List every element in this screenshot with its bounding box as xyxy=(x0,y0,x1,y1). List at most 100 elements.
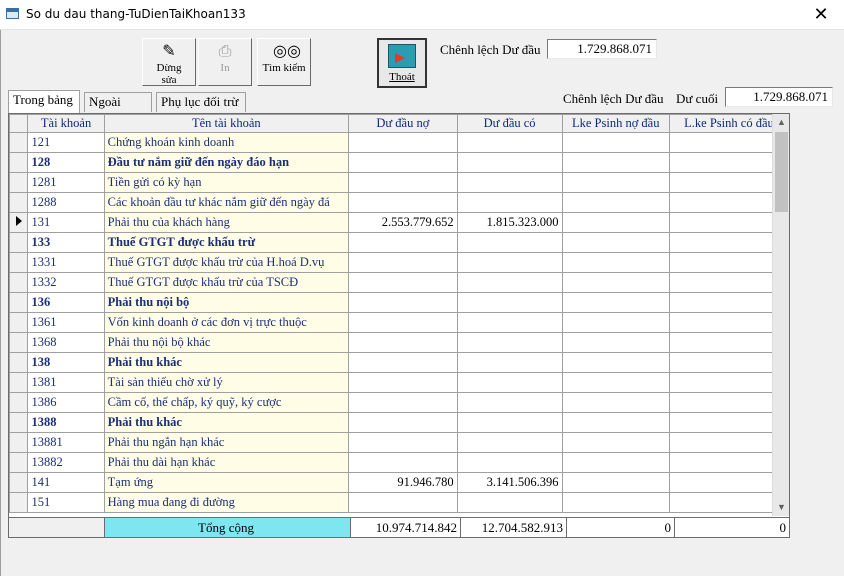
opening-credit-cell[interactable] xyxy=(456,432,563,453)
opening-debit-cell[interactable] xyxy=(347,412,458,433)
cumulative-debit-cell[interactable] xyxy=(561,272,670,293)
opening-debit-cell[interactable] xyxy=(347,312,458,333)
opening-credit-cell[interactable] xyxy=(456,372,563,393)
account-name-cell[interactable]: Phải thu dài hạn khác xyxy=(103,452,349,473)
table-row[interactable]: 138 Phải thu khác xyxy=(9,352,789,373)
opening-debit-cell[interactable]: 2.553.779.652 xyxy=(347,212,458,233)
opening-credit-cell[interactable] xyxy=(456,452,563,473)
cumulative-credit-cell[interactable] xyxy=(668,212,789,233)
table-row[interactable]: 1368 Phải thu nội bộ khác xyxy=(9,332,789,353)
diff-closing-field[interactable]: 1.729.868.071 xyxy=(725,87,833,107)
account-name-cell[interactable]: Chứng khoán kinh doanh xyxy=(103,132,349,153)
cumulative-debit-cell[interactable] xyxy=(561,492,670,513)
cumulative-credit-cell[interactable] xyxy=(668,252,789,273)
col-header-cumulative-credit[interactable]: L.ke Psinh có đầu xyxy=(668,114,789,133)
account-code-cell[interactable]: 1332 xyxy=(27,272,105,293)
opening-credit-cell[interactable] xyxy=(456,312,563,333)
cumulative-debit-cell[interactable] xyxy=(561,392,670,413)
table-row[interactable]: 1388 Phải thu khác xyxy=(9,412,789,433)
account-code-cell[interactable]: 1368 xyxy=(27,332,105,353)
account-name-cell[interactable]: Phải thu khác xyxy=(103,412,349,433)
stop-edit-button[interactable]: ✎ Dừng sửa xyxy=(142,38,196,86)
opening-debit-cell[interactable] xyxy=(347,292,458,313)
table-row[interactable]: 1332 Thuế GTGT được khấu trừ của TSCĐ xyxy=(9,272,789,293)
col-header-account[interactable]: Tài khoản xyxy=(27,114,105,133)
cumulative-debit-cell[interactable] xyxy=(561,172,670,193)
cumulative-credit-cell[interactable] xyxy=(668,292,789,313)
account-name-cell[interactable]: Các khoản đầu tư khác nắm giữ đến ngày đ… xyxy=(103,192,349,213)
opening-credit-cell[interactable]: 3.141.506.396 xyxy=(456,472,563,493)
cumulative-debit-cell[interactable] xyxy=(561,252,670,273)
table-row[interactable]: 151 Hàng mua đang đi đường xyxy=(9,492,789,513)
account-name-cell[interactable]: Phải thu khác xyxy=(103,352,349,373)
exit-button[interactable]: Thoát xyxy=(377,38,427,88)
opening-credit-cell[interactable] xyxy=(456,332,563,353)
cumulative-debit-cell[interactable] xyxy=(561,332,670,353)
cumulative-credit-cell[interactable] xyxy=(668,492,789,513)
account-code-cell[interactable]: 141 xyxy=(27,472,105,493)
account-code-cell[interactable]: 13881 xyxy=(27,432,105,453)
close-icon[interactable]: ✕ xyxy=(798,0,844,30)
table-row[interactable]: 1381 Tài sản thiếu chờ xử lý xyxy=(9,372,789,393)
table-row[interactable]: 1281 Tiền gửi có kỳ hạn xyxy=(9,172,789,193)
account-name-cell[interactable]: Thuế GTGT được khấu trừ của TSCĐ xyxy=(103,272,349,293)
opening-credit-cell[interactable] xyxy=(456,392,563,413)
opening-debit-cell[interactable] xyxy=(347,132,458,153)
account-code-cell[interactable]: 121 xyxy=(27,132,105,153)
table-row[interactable]: 131 Phải thu của khách hàng 2.553.779.652 1… xyxy=(9,212,789,233)
opening-credit-cell[interactable] xyxy=(456,152,563,173)
account-code-cell[interactable]: 138 xyxy=(27,352,105,373)
account-code-cell[interactable]: 1386 xyxy=(27,392,105,413)
account-code-cell[interactable]: 13882 xyxy=(27,452,105,473)
account-name-cell[interactable]: Tài sản thiếu chờ xử lý xyxy=(103,372,349,393)
account-code-cell[interactable]: 1281 xyxy=(27,172,105,193)
account-name-cell[interactable]: Vốn kinh doanh ở các đơn vị trực thuộc xyxy=(103,312,349,333)
account-code-cell[interactable]: 133 xyxy=(27,232,105,253)
cumulative-debit-cell[interactable] xyxy=(561,292,670,313)
cumulative-debit-cell[interactable] xyxy=(561,212,670,233)
cumulative-credit-cell[interactable] xyxy=(668,132,789,153)
account-name-cell[interactable]: Phải thu nội bộ khác xyxy=(103,332,349,353)
cumulative-debit-cell[interactable] xyxy=(561,432,670,453)
cumulative-debit-cell[interactable] xyxy=(561,312,670,333)
account-name-cell[interactable]: Tiền gửi có kỳ hạn xyxy=(103,172,349,193)
account-code-cell[interactable]: 131 xyxy=(27,212,105,233)
account-name-cell[interactable]: Phải thu của khách hàng xyxy=(103,212,349,233)
opening-debit-cell[interactable] xyxy=(347,332,458,353)
cumulative-debit-cell[interactable] xyxy=(561,412,670,433)
opening-debit-cell[interactable] xyxy=(347,492,458,513)
cumulative-credit-cell[interactable] xyxy=(668,332,789,353)
account-name-cell[interactable]: Thuế GTGT được khấu trừ xyxy=(103,232,349,253)
opening-debit-cell[interactable] xyxy=(347,452,458,473)
table-row[interactable]: 1288 Các khoản đầu tư khác nắm giữ đến ng… xyxy=(9,192,789,213)
col-header-name[interactable]: Tên tài khoản xyxy=(103,114,349,133)
col-header-cumulative-debit[interactable]: Lke Psinh nợ đầu xyxy=(561,114,670,133)
opening-credit-cell[interactable] xyxy=(456,352,563,373)
account-code-cell[interactable]: 128 xyxy=(27,152,105,173)
tab-trong-bang[interactable]: Trong bảng xyxy=(8,90,80,113)
account-code-cell[interactable]: 1331 xyxy=(27,252,105,273)
cumulative-credit-cell[interactable] xyxy=(668,192,789,213)
scroll-down-icon[interactable]: ▼ xyxy=(773,499,790,516)
account-code-cell[interactable]: 151 xyxy=(27,492,105,513)
account-code-cell[interactable]: 136 xyxy=(27,292,105,313)
table-row[interactable]: 13882 Phải thu dài hạn khác xyxy=(9,452,789,473)
cumulative-credit-cell[interactable] xyxy=(668,232,789,253)
col-header-opening-debit[interactable]: Dư đầu nợ xyxy=(347,114,458,133)
account-name-cell[interactable]: Tạm ứng xyxy=(103,472,349,493)
account-name-cell[interactable]: Phải thu ngắn hạn khác xyxy=(103,432,349,453)
diff-opening-field[interactable]: 1.729.868.071 xyxy=(547,39,657,59)
opening-debit-cell[interactable] xyxy=(347,232,458,253)
opening-credit-cell[interactable] xyxy=(456,292,563,313)
cumulative-debit-cell[interactable] xyxy=(561,132,670,153)
account-name-cell[interactable]: Đầu tư nắm giữ đến ngày đáo hạn xyxy=(103,152,349,173)
account-name-cell[interactable]: Thuế GTGT được khấu trừ của H.hoá D.vụ xyxy=(103,252,349,273)
opening-debit-cell[interactable] xyxy=(347,172,458,193)
vertical-scrollbar[interactable]: ▲ ▼ xyxy=(772,114,789,516)
tab-phu-luc-doi-tru[interactable]: Phụ lục đối trừ xyxy=(156,92,246,112)
account-code-cell[interactable]: 1361 xyxy=(27,312,105,333)
scroll-thumb[interactable] xyxy=(775,132,788,212)
table-row[interactable]: 136 Phải thu nội bộ xyxy=(9,292,789,313)
account-name-cell[interactable]: Hàng mua đang đi đường xyxy=(103,492,349,513)
cumulative-credit-cell[interactable] xyxy=(668,432,789,453)
